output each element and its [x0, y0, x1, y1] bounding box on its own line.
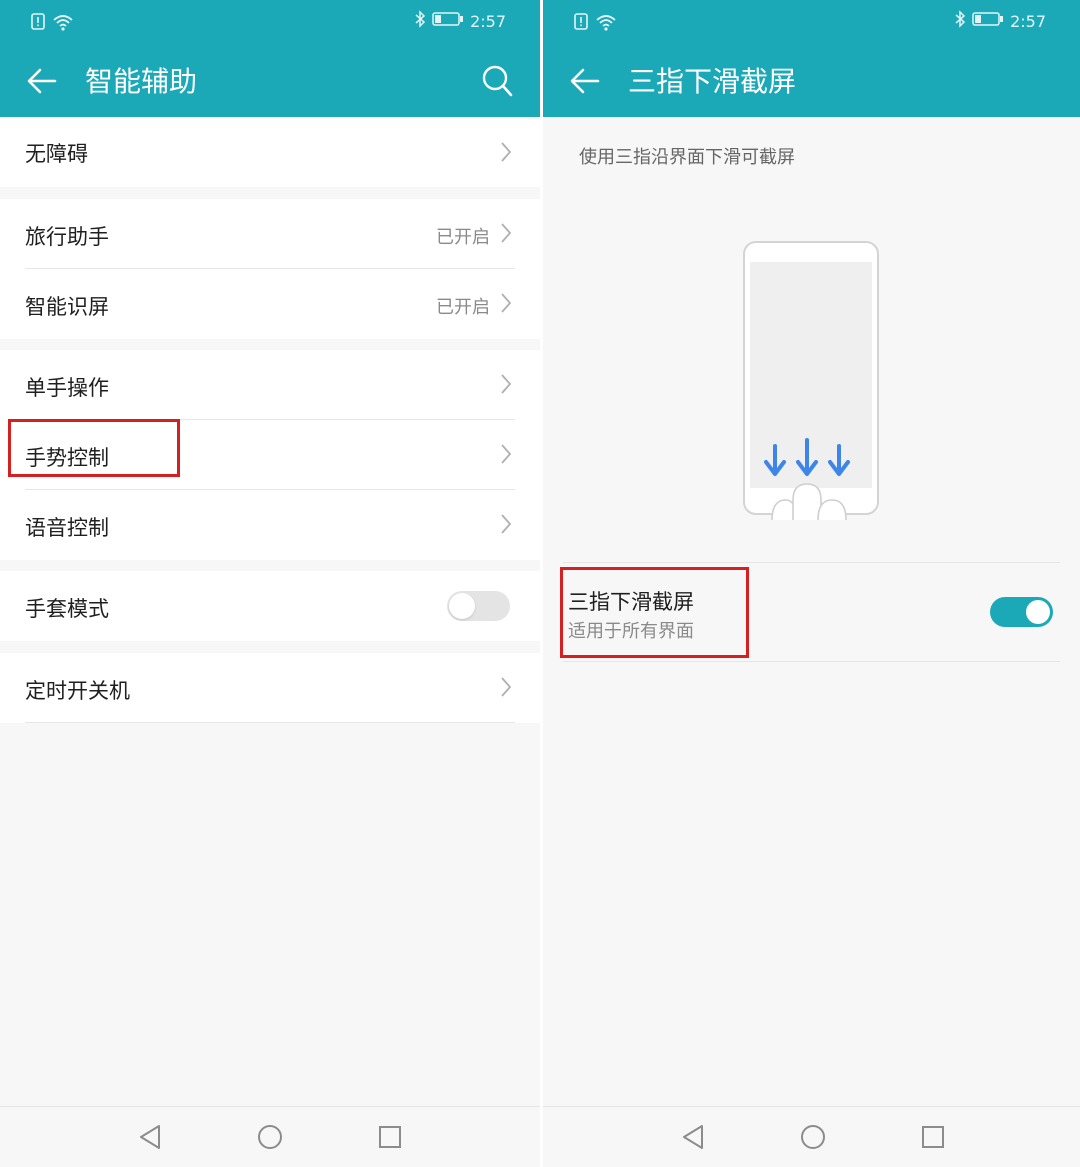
divider	[563, 661, 1060, 662]
settings-item-label: 定时开关机	[25, 679, 130, 703]
wifi-icon	[52, 12, 74, 36]
back-arrow-icon[interactable]	[25, 64, 59, 102]
back-arrow-icon[interactable]	[568, 64, 602, 102]
search-icon[interactable]	[481, 64, 513, 102]
chevron-right-icon	[500, 292, 512, 318]
app-bar: 2:57 智能辅助	[0, 0, 540, 117]
settings-item-scheduled-power[interactable]: 定时开关机	[0, 653, 540, 723]
page-title: 三指下滑截屏	[628, 65, 797, 98]
status-bar-right: 2:57	[954, 10, 1046, 32]
system-nav-bar	[543, 1106, 1080, 1167]
status-bar-left	[573, 12, 617, 36]
settings-panel-three-finger-screenshot: 2:57 三指下滑截屏 使用三指沿界面下滑可截屏 三指下滑截屏 适用于所有界面	[543, 0, 1080, 1167]
bluetooth-icon	[414, 10, 426, 32]
settings-item-label: 无障碍	[25, 142, 88, 166]
settings-item-label: 智能识屏	[25, 295, 109, 319]
settings-item-status: 已开启	[436, 227, 490, 248]
glove-mode-toggle[interactable]	[447, 591, 510, 621]
chevron-right-icon	[500, 373, 512, 399]
nav-back-icon[interactable]	[137, 1123, 163, 1155]
page-title: 智能辅助	[85, 65, 198, 98]
nav-home-icon[interactable]	[799, 1123, 827, 1155]
settings-item-smart-screen[interactable]: 智能识屏 已开启	[0, 269, 540, 339]
settings-item-accessibility[interactable]: 无障碍	[0, 117, 540, 187]
toggle-knob	[449, 593, 475, 619]
nav-home-icon[interactable]	[256, 1123, 284, 1155]
system-nav-bar	[0, 1106, 540, 1167]
status-time: 2:57	[1010, 11, 1046, 31]
highlight-box	[8, 419, 180, 477]
chevron-right-icon	[500, 141, 512, 167]
chevron-right-icon	[500, 443, 512, 469]
settings-item-status: 已开启	[436, 297, 490, 318]
three-finger-screenshot-toggle[interactable]	[990, 597, 1053, 627]
settings-item-label: 单手操作	[25, 376, 109, 400]
notification-icon	[30, 12, 48, 36]
chevron-right-icon	[500, 676, 512, 702]
settings-item-voice-control[interactable]: 语音控制	[0, 490, 540, 560]
chevron-right-icon	[500, 513, 512, 539]
app-bar: 2:57 三指下滑截屏	[543, 0, 1080, 117]
status-bar-right: 2:57	[414, 10, 506, 32]
settings-item-label: 语音控制	[25, 516, 109, 540]
divider	[25, 722, 515, 723]
toggle-knob	[1026, 600, 1050, 624]
settings-group-assistant: 旅行助手 已开启 智能识屏 已开启	[0, 199, 540, 339]
nav-back-icon[interactable]	[680, 1123, 706, 1155]
phone-gesture-illustration	[743, 241, 879, 520]
settings-item-travel-assistant[interactable]: 旅行助手 已开启	[0, 199, 540, 268]
nav-recents-icon[interactable]	[920, 1123, 946, 1155]
settings-panel-smart-assist: 2:57 智能辅助 无障碍 旅行助手 已开启 智能识屏 已开启 单手操作 手势控…	[0, 0, 540, 1167]
status-time: 2:57	[470, 11, 506, 31]
settings-item-glove-mode: 手套模式	[0, 571, 540, 641]
notification-icon	[573, 12, 591, 36]
bluetooth-icon	[954, 10, 966, 32]
chevron-right-icon	[500, 222, 512, 248]
status-bar-left	[30, 12, 74, 36]
settings-item-label: 旅行助手	[25, 225, 109, 249]
settings-item-label: 手套模式	[25, 597, 109, 621]
battery-icon	[432, 11, 464, 31]
wifi-icon	[595, 12, 617, 36]
feature-description: 使用三指沿界面下滑可截屏	[579, 147, 795, 168]
battery-icon	[972, 11, 1004, 31]
settings-item-one-hand[interactable]: 单手操作	[0, 350, 540, 419]
nav-recents-icon[interactable]	[377, 1123, 403, 1155]
highlight-box	[560, 567, 749, 658]
